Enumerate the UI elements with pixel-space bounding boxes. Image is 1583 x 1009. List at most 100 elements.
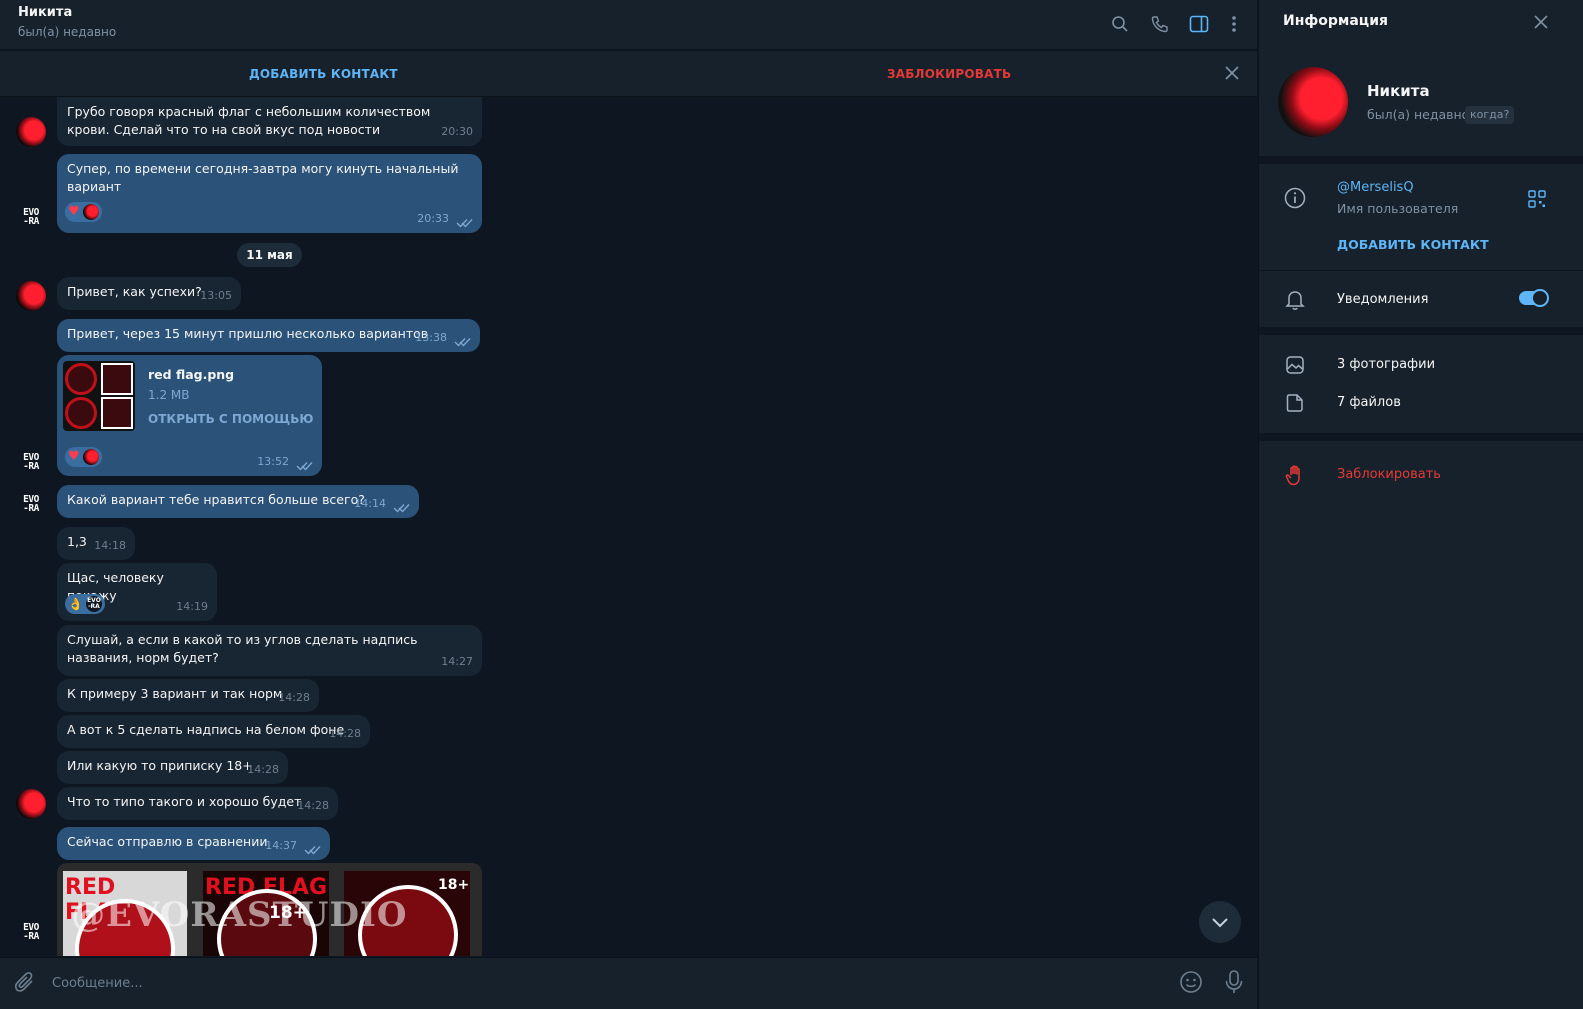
block-user-button[interactable]: Заблокировать — [1337, 467, 1441, 482]
double-check-icon — [454, 338, 471, 347]
message-time: 13:52 — [257, 455, 289, 468]
contact-avatar[interactable] — [16, 281, 46, 311]
notifications-toggle[interactable] — [1519, 289, 1549, 307]
double-check-icon — [304, 846, 321, 855]
info-panel: Информация Никита был(а) недавно когда? … — [1258, 0, 1583, 1009]
message-bubble[interactable]: Супер, по времени сегодня-завтра могу ки… — [57, 154, 482, 233]
block-user-button[interactable]: ЗАБЛОКИРОВАТЬ — [887, 67, 1011, 81]
chat-status: был(а) недавно — [18, 25, 117, 39]
message-bubble[interactable]: К примеру 3 вариант и так норм 14:28 — [57, 679, 319, 712]
double-check-icon — [393, 504, 410, 513]
info-panel-title: Информация — [1283, 13, 1388, 29]
last-seen-when-button[interactable]: когда? — [1465, 106, 1515, 124]
reactor-avatar: EVO -RA — [85, 596, 102, 612]
message-bubble[interactable]: Привет, как успехи? 13:05 — [57, 277, 241, 310]
message-bubble[interactable]: А вот к 5 сделать надпись на белом фоне … — [57, 715, 370, 748]
message-list[interactable]: Грубо говоря красный флаг с небольшим ко… — [0, 97, 1257, 956]
message-text: Супер, по времени сегодня-завтра могу ки… — [67, 161, 459, 194]
heart-icon: ♥ — [68, 204, 80, 219]
message-composer — [0, 957, 1257, 1009]
message-bubble[interactable]: Или какую то приписку 18+ 14:28 — [57, 751, 288, 784]
section-divider — [1259, 156, 1583, 164]
reaction-badge[interactable]: 👌 EVO -RA — [65, 594, 105, 614]
add-contact-button[interactable]: ДОБАВИТЬ КОНТАКТ — [1337, 237, 1489, 252]
user-avatar[interactable]: EVO -RA — [16, 202, 46, 232]
message-text: Привет, как успехи? — [67, 284, 202, 299]
user-avatar[interactable]: EVO -RA — [16, 447, 46, 477]
phone-icon[interactable] — [1148, 12, 1172, 36]
image-album[interactable]: RED FLAG RED FLAG 18+ 18+ @EVORASTUDIO — [57, 863, 482, 956]
notifications-label: Уведомления — [1337, 292, 1429, 307]
chat-panel: Никита был(а) недавно ДОБАВИТЬ КОНТАКТ З… — [0, 0, 1257, 1009]
row-divider — [1259, 270, 1583, 271]
microphone-icon[interactable] — [1223, 969, 1245, 999]
contact-avatar[interactable] — [16, 117, 46, 147]
open-with-button[interactable]: ОТКРЫТЬ С ПОМОЩЬЮ — [148, 410, 313, 428]
message-text: Привет, через 15 минут пришлю несколько … — [67, 326, 429, 341]
hand-stop-icon — [1283, 463, 1307, 487]
message-time: 13:38 — [415, 331, 447, 344]
shared-files-link[interactable]: 7 файлов — [1337, 395, 1401, 410]
shared-photos-link[interactable]: 3 фотографии — [1337, 357, 1435, 372]
search-icon[interactable] — [1108, 12, 1132, 36]
close-icon[interactable] — [1224, 65, 1240, 85]
username-label: Имя пользователя — [1337, 201, 1459, 216]
reaction-badge[interactable]: ♥ — [65, 447, 102, 467]
message-time: 20:30 — [441, 125, 473, 138]
scroll-to-bottom-button[interactable] — [1199, 901, 1241, 943]
section-divider — [1259, 433, 1583, 441]
age-badge: 18+ — [438, 877, 470, 893]
watermark-text: @EVORASTUDIO — [71, 895, 408, 935]
message-time: 14:28 — [297, 799, 329, 812]
message-text: А вот к 5 сделать надпись на белом фоне — [67, 722, 345, 737]
emoji-icon[interactable] — [1179, 970, 1203, 998]
profile-name: Никита — [1367, 82, 1430, 100]
message-bubble[interactable]: Привет, через 15 минут пришлю несколько … — [57, 319, 480, 352]
user-avatar[interactable]: EVO -RA — [16, 917, 46, 947]
message-text: Что то типо такого и хорошо будет — [67, 794, 302, 809]
section-divider — [1259, 327, 1583, 335]
message-time: 13:05 — [200, 289, 232, 302]
message-time: 14:28 — [329, 727, 361, 740]
file-icon — [1283, 391, 1307, 415]
message-bubble[interactable]: Сейчас отправлю в сравнении 14:37 — [57, 827, 330, 860]
file-message[interactable]: red flag.png 1.2 MB ОТКРЫТЬ С ПОМОЩЬЮ ♥ … — [57, 355, 322, 476]
chat-header: Никита был(а) недавно — [0, 0, 1257, 50]
add-contact-button[interactable]: ДОБАВИТЬ КОНТАКТ — [249, 67, 398, 81]
info-icon — [1283, 186, 1307, 210]
attach-icon[interactable] — [14, 970, 36, 998]
contact-avatar[interactable] — [16, 789, 46, 819]
message-input[interactable] — [52, 970, 1152, 996]
message-text: Какой вариант тебе нравится больше всего… — [67, 492, 365, 507]
reaction-badge[interactable]: ♥ — [65, 202, 102, 222]
more-menu-icon[interactable] — [1222, 12, 1246, 36]
qr-code-icon[interactable] — [1528, 190, 1546, 212]
bell-icon — [1283, 288, 1307, 312]
message-bubble[interactable]: Что то типо такого и хорошо будет 14:28 — [57, 787, 338, 820]
date-separator: 11 мая — [237, 243, 302, 267]
file-size: 1.2 MB — [148, 388, 190, 402]
user-avatar[interactable]: EVO -RA — [16, 489, 46, 519]
file-name[interactable]: red flag.png — [148, 366, 234, 384]
file-thumbnail[interactable] — [63, 361, 135, 431]
reactor-avatar — [82, 449, 99, 465]
close-icon[interactable] — [1533, 14, 1549, 34]
profile-status: был(а) недавно — [1367, 107, 1470, 122]
sidebar-toggle-icon[interactable] — [1187, 12, 1211, 36]
message-text: 1,3 — [67, 534, 87, 549]
message-time: 20:33 — [417, 212, 449, 225]
profile-avatar[interactable] — [1278, 67, 1348, 137]
message-time: 14:28 — [278, 691, 310, 704]
double-check-icon — [296, 462, 313, 471]
chat-title[interactable]: Никита — [18, 5, 72, 20]
message-bubble[interactable]: Щас, человеку покажу 👌 EVO-RA 14:19 — [57, 563, 217, 621]
message-bubble[interactable]: 1,3 14:18 — [57, 527, 135, 560]
ok-hand-icon: 👌 — [68, 597, 83, 611]
message-bubble[interactable]: Слушай, а если в какой то из углов сдела… — [57, 625, 482, 676]
message-bubble[interactable]: Какой вариант тебе нравится больше всего… — [57, 485, 419, 518]
username-value[interactable]: @MerselisQ — [1337, 180, 1414, 195]
photo-icon — [1283, 353, 1307, 377]
message-time: 14:27 — [441, 655, 473, 668]
message-bubble[interactable]: Грубо говоря красный флаг с небольшим ко… — [57, 97, 482, 146]
message-time: 14:19 — [176, 600, 208, 613]
